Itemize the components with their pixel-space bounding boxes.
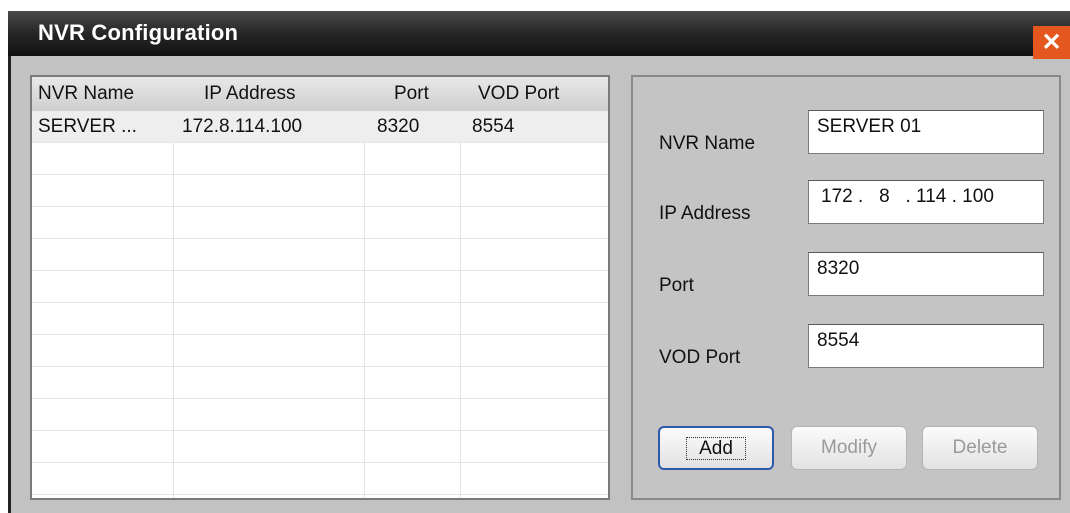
vod-port-field[interactable]: 8554 (808, 324, 1044, 368)
empty-row (32, 271, 608, 303)
empty-row (32, 207, 608, 239)
title-bar[interactable]: NVR Configuration ✕ (8, 11, 1070, 59)
table-row[interactable]: SERVER ... 172.8.114.100 8320 8554 (32, 111, 608, 143)
empty-row (32, 463, 608, 495)
list-header: NVR Name IP Address Port VOD Port (32, 77, 608, 112)
column-header-vod-port[interactable]: VOD Port (478, 77, 559, 111)
close-icon: ✕ (1041, 29, 1062, 56)
add-button-label: Add (686, 437, 746, 460)
nvr-name-field[interactable]: SERVER 01 (808, 110, 1044, 154)
empty-row (32, 399, 608, 431)
column-header-nvr-name[interactable]: NVR Name (38, 77, 134, 111)
empty-row (32, 143, 608, 175)
close-button[interactable]: ✕ (1033, 26, 1070, 59)
vod-port-label: VOD Port (659, 347, 741, 368)
nvr-configuration-dialog: NVR Configuration ✕ NVR Name IP Address … (8, 11, 1070, 513)
port-field[interactable]: 8320 (808, 252, 1044, 296)
empty-row (32, 367, 608, 399)
modify-button[interactable]: Modify (791, 426, 907, 470)
add-button[interactable]: Add (658, 426, 774, 470)
cell-ip-address: 172.8.114.100 (182, 116, 303, 137)
ip-address-field[interactable]: 172 . 8 . 114 . 100 (808, 180, 1044, 224)
empty-row (32, 239, 608, 271)
delete-button[interactable]: Delete (922, 426, 1038, 470)
port-label: Port (659, 275, 694, 296)
column-header-ip-address[interactable]: IP Address (204, 77, 296, 111)
window-title: NVR Configuration (38, 20, 239, 45)
nvr-name-label: NVR Name (659, 133, 756, 154)
column-header-port[interactable]: Port (394, 77, 429, 111)
ip-address-label: IP Address (659, 203, 751, 224)
cell-vod-port: 8554 (472, 116, 515, 137)
nvr-details-panel: NVR Name SERVER 01 IP Address 172 . 8 . … (631, 75, 1061, 500)
cell-port: 8320 (377, 116, 420, 137)
empty-row (32, 431, 608, 463)
empty-row (32, 335, 608, 367)
empty-row (32, 303, 608, 335)
empty-row (32, 175, 608, 207)
dialog-left-edge (8, 56, 11, 513)
cell-nvr-name: SERVER ... (38, 116, 137, 137)
nvr-list[interactable]: NVR Name IP Address Port VOD Port SERVER… (30, 75, 610, 500)
